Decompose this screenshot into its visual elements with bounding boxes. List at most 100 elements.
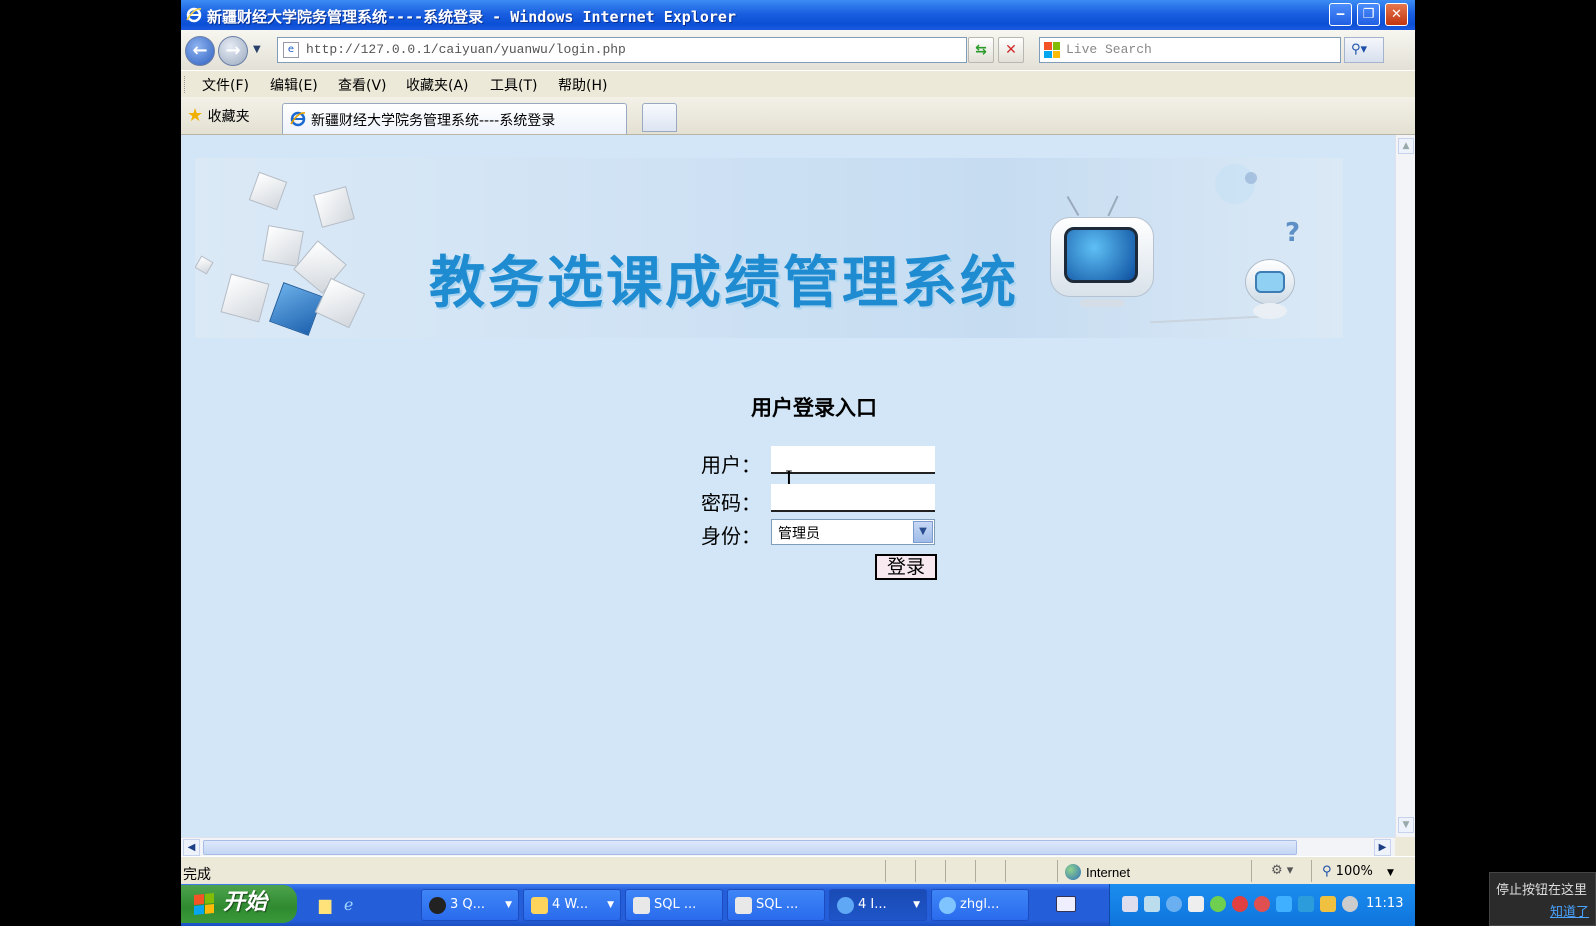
update-icon[interactable] [1276, 896, 1292, 912]
qq-icon [429, 897, 446, 914]
green-app-icon[interactable] [1210, 896, 1226, 912]
security-zone[interactable]: Internet [1065, 864, 1130, 880]
scroll-corner [1395, 837, 1415, 856]
cloud-icon[interactable] [1144, 896, 1160, 912]
login-heading: 用户登录入口 [751, 396, 877, 420]
search-button[interactable]: ⚲▾ [1344, 37, 1384, 63]
taskbar-button-qq[interactable]: 3 Q... ▼ [421, 889, 519, 921]
password-input[interactable] [771, 484, 935, 512]
status-text: 完成 [183, 867, 211, 883]
new-tab-button[interactable] [642, 103, 677, 132]
ie-quicklaunch-icon[interactable]: ℯ [344, 895, 353, 914]
stop-button[interactable]: ✕ [998, 37, 1024, 63]
username-input[interactable] [771, 446, 935, 474]
address-toolbar: ← → ▼ e http://127.0.0.1/caiyuan/yuanwu/… [181, 30, 1415, 70]
keyboard-icon[interactable] [1056, 896, 1076, 912]
ie-page-icon [290, 111, 306, 127]
vertical-scrollbar[interactable]: ▲ ▼ [1395, 135, 1415, 837]
horizontal-scrollbar[interactable]: ◀ ▶ [181, 837, 1395, 856]
role-label: 身份： [701, 524, 761, 548]
page-icon: e [283, 42, 299, 58]
protected-mode-icon[interactable]: ⚙ ▾ [1271, 863, 1293, 878]
windows-flag-icon [1044, 42, 1060, 58]
network-icon[interactable] [1122, 896, 1138, 912]
chevron-down-icon: ▼ [913, 900, 920, 910]
zoom-level: 100% [1335, 864, 1373, 879]
forward-button[interactable]: → [218, 36, 248, 66]
menu-grip[interactable] [184, 76, 187, 93]
taskbar-button-label: SQL ... [756, 897, 799, 912]
sql-icon [735, 897, 752, 914]
zoom-dropdown-icon: ▼ [1386, 868, 1394, 878]
taskbar-button-ie[interactable]: 4 I... ▼ [829, 889, 927, 921]
recent-pages-dropdown-icon[interactable]: ▼ [253, 44, 261, 55]
magnifier-icon: ⚲ [1322, 864, 1332, 879]
refresh-button[interactable]: ⇆ [968, 37, 994, 63]
app-icon [939, 897, 956, 914]
system-tray: 11:13 [1109, 884, 1415, 926]
menu-favorites[interactable]: 收藏夹(A) [406, 75, 469, 95]
password-label: 密码： [701, 491, 761, 515]
globe-icon [1065, 864, 1081, 880]
menu-file[interactable]: 文件(F) [202, 75, 249, 95]
menu-tools[interactable]: 工具(T) [490, 75, 537, 95]
role-select[interactable]: 管理员 ▼ [771, 519, 935, 545]
star-icon: ★ [187, 105, 204, 126]
stop-hint-tooltip: 停止按钮在这里 知道了 [1489, 872, 1596, 926]
start-button[interactable]: 开始 [181, 885, 297, 923]
login-button[interactable]: 登录 [875, 554, 937, 580]
tab-login[interactable]: 新疆财经大学院务管理系统----系统登录 [282, 103, 627, 134]
scroll-down-icon[interactable]: ▼ [1398, 817, 1414, 833]
address-input[interactable]: e http://127.0.0.1/caiyuan/yuanwu/login.… [277, 37, 967, 63]
folder-icon [531, 897, 548, 914]
taskbar-button-label: 3 Q... [450, 897, 486, 912]
title-bar[interactable]: 新疆财经大学院务管理系统----系统登录 - Windows Internet … [181, 0, 1415, 30]
c-app-icon[interactable] [1298, 896, 1314, 912]
shield-icon[interactable] [1320, 896, 1336, 912]
minimize-button[interactable]: ‒ [1329, 3, 1352, 26]
page-content: 教务选课成绩管理系统 ? 用户登录入口 用户： I 密码： 身份： 管理员 ▼ … [181, 135, 1395, 837]
tv-illustration [1050, 195, 1154, 313]
menu-edit[interactable]: 编辑(E) [270, 75, 318, 95]
taskbar-button-sql-1[interactable]: SQL ... [625, 889, 723, 921]
chevron-down-icon[interactable]: ▼ [913, 521, 933, 543]
qq-tray-icon[interactable] [1232, 896, 1248, 912]
zone-label: Internet [1086, 865, 1131, 880]
start-label: 开始 [223, 890, 268, 915]
clock: 11:13 [1366, 896, 1404, 911]
taskbar-button-sql-2[interactable]: SQL ... [727, 889, 825, 921]
taskbar-button-folders[interactable]: 4 W... ▼ [523, 889, 621, 921]
messenger-icon[interactable] [1166, 896, 1182, 912]
sql-tray-icon[interactable] [1188, 896, 1204, 912]
volume-icon[interactable] [1342, 896, 1358, 912]
taskbar-button-zhgl[interactable]: zhgl... [931, 889, 1029, 921]
screen: 新疆财经大学院务管理系统----系统登录 - Windows Internet … [0, 0, 1596, 926]
menu-help[interactable]: 帮助(H) [558, 75, 607, 95]
restore-button[interactable]: ❐ [1357, 3, 1380, 26]
scroll-up-icon[interactable]: ▲ [1398, 138, 1414, 154]
tab-label: 新疆财经大学院务管理系统----系统登录 [311, 113, 556, 129]
browser-window: 新疆财经大学院务管理系统----系统登录 - Windows Internet … [181, 0, 1415, 884]
taskbar-button-label: 4 I... [858, 897, 887, 912]
user-label: 用户： [701, 453, 761, 477]
zoom-control[interactable]: ⚲ 100% ▼ [1322, 864, 1394, 879]
qq-tray-icon-2[interactable] [1254, 896, 1270, 912]
scroll-left-icon[interactable]: ◀ [183, 839, 200, 856]
favorites-label: 收藏夹 [207, 109, 250, 125]
scroll-right-icon[interactable]: ▶ [1374, 839, 1391, 856]
folder-icon[interactable]: ▆ [319, 895, 331, 914]
back-button[interactable]: ← [185, 36, 215, 66]
close-button[interactable]: ✕ [1385, 3, 1408, 26]
taskbar-button-label: SQL ... [654, 897, 697, 912]
sql-icon [633, 897, 650, 914]
tooltip-dismiss-link[interactable]: 知道了 [1550, 901, 1589, 920]
taskbar: 开始 ▆ ℯ 3 Q... ▼ 4 W... ▼ SQL ... SQL ...… [181, 884, 1415, 926]
ie-icon [837, 897, 854, 914]
robot-illustration [1235, 253, 1305, 323]
menu-view[interactable]: 查看(V) [338, 75, 387, 95]
favorites-button[interactable]: ★ 收藏夹 [187, 105, 250, 127]
question-mark-icon: ? [1285, 218, 1301, 248]
horizontal-scroll-thumb[interactable] [203, 840, 1297, 855]
chevron-down-icon: ▼ [607, 900, 614, 910]
search-input[interactable]: Live Search [1039, 37, 1341, 63]
